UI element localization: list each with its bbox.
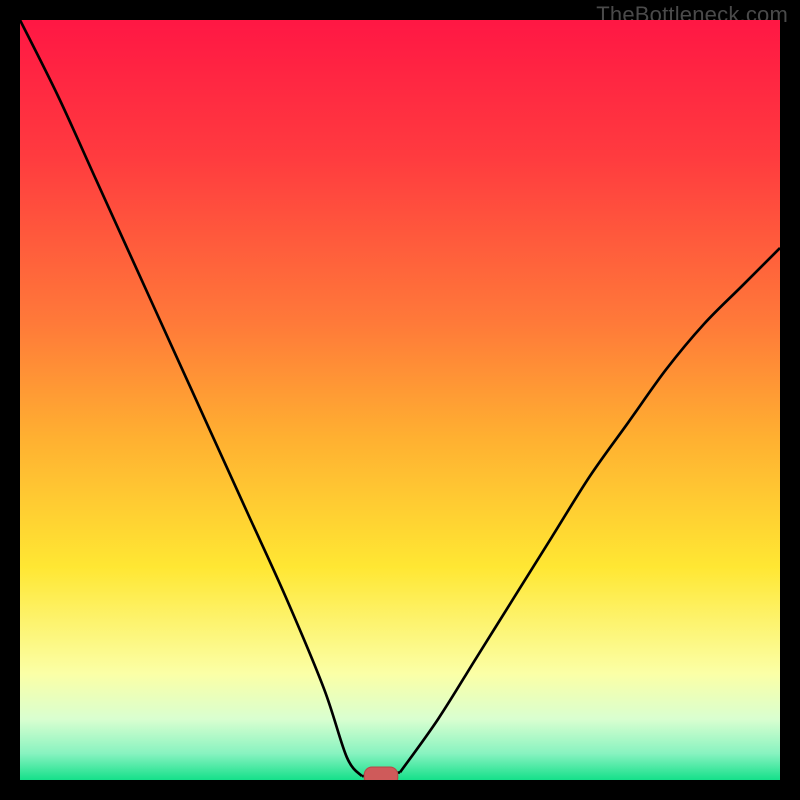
chart-plot-area [20, 20, 780, 780]
outer-frame: TheBottleneck.com [0, 0, 800, 800]
gradient-background [20, 20, 780, 780]
chart-svg [20, 20, 780, 780]
optimum-marker [364, 767, 397, 780]
